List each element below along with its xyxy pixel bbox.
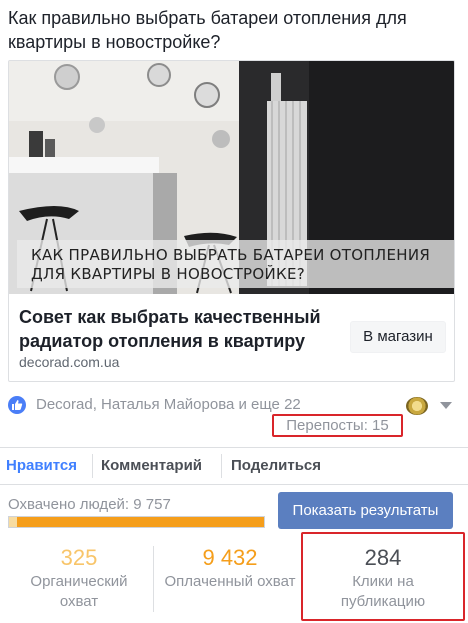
post-actions: Нравится Комментарий Поделиться xyxy=(0,448,468,484)
share-button[interactable]: Поделиться xyxy=(231,448,321,484)
chevron-down-icon[interactable] xyxy=(440,402,452,409)
reach-progress-bar xyxy=(8,516,265,528)
link-title[interactable]: Совет как выбрать качественный радиатор … xyxy=(19,305,349,353)
reactions-summary[interactable]: Decorad, Наталья Майорова и еще 22 xyxy=(8,396,460,416)
organic-reach-label-2: охват xyxy=(59,593,99,610)
reactions-names[interactable]: Decorad, Наталья Майорова и еще 22 xyxy=(36,396,301,414)
action-separator xyxy=(92,454,93,478)
divider xyxy=(0,484,468,485)
comment-button[interactable]: Комментарий xyxy=(101,448,202,484)
highlight-box xyxy=(301,532,465,621)
organic-reach-value: 325 xyxy=(60,545,98,570)
like-icon xyxy=(8,396,26,414)
post-text: Как правильно выбрать батареи отопления … xyxy=(8,8,407,52)
show-results-button[interactable]: Показать результаты xyxy=(278,492,453,529)
action-separator xyxy=(221,454,222,478)
paid-reach-value: 9 432 xyxy=(202,545,258,570)
reposts-count[interactable]: Перепосты: 15 xyxy=(272,414,403,437)
paid-reach-metric: 9 432 Оплаченный охват xyxy=(156,544,304,592)
reach-label: Охвачено людей: 9 757 xyxy=(8,496,171,513)
shop-now-button[interactable]: В магазин xyxy=(350,321,446,353)
metric-separator xyxy=(153,546,154,612)
link-preview-card[interactable]: КАК ПРАВИЛЬНО ВЫБРАТЬ БАТАРЕИ ОТОПЛЕНИЯ … xyxy=(8,60,455,382)
like-button[interactable]: Нравится xyxy=(6,448,77,484)
organic-reach-label: Органический xyxy=(30,573,128,590)
paid-reach-fill xyxy=(17,517,264,527)
paid-reach-label: Оплаченный охват xyxy=(164,573,296,590)
page-avatar-icon[interactable] xyxy=(406,397,428,415)
image-caption-text: КАК ПРАВИЛЬНО ВЫБРАТЬ БАТАРЕИ ОТОПЛЕНИЯ … xyxy=(31,246,431,283)
organic-reach-fill xyxy=(9,517,17,527)
link-domain: decorad.com.ua xyxy=(19,354,120,370)
link-preview-image[interactable]: КАК ПРАВИЛЬНО ВЫБРАТЬ БАТАРЕИ ОТОПЛЕНИЯ … xyxy=(9,61,454,294)
organic-reach-metric: 325 Органический охват xyxy=(8,544,150,612)
